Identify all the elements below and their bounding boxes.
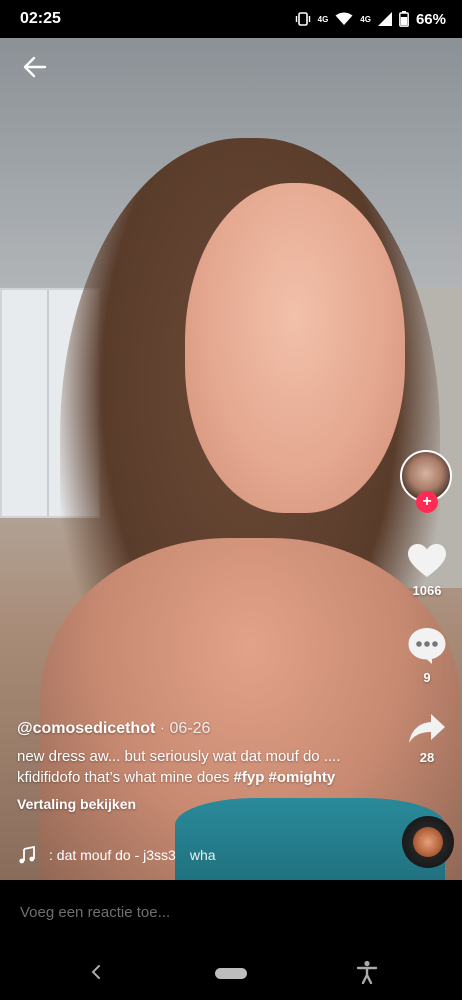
music-ticker[interactable]: : dat mouf do - j3ss3 wha [17,846,227,864]
status-bar: 02:25 4G 4G 66% [0,0,462,38]
music-track-next-label: wha [189,847,216,863]
heart-icon [408,544,446,577]
nav-back-icon[interactable] [86,962,106,982]
arrow-left-icon [23,56,47,78]
network-label-1: 4G [317,14,329,24]
music-note-icon [19,846,35,864]
author-avatar-button[interactable]: + [400,450,454,513]
see-translation-link[interactable]: Vertaling bekijken [17,796,377,812]
battery-percent: 66% [415,10,446,28]
status-time: 02:25 [20,10,61,27]
caption-text: new dress aw... but seriously wat dat mo… [17,746,377,788]
hashtag-fyp[interactable]: #fyp [234,769,265,786]
comment-bar: Voeg een reactie toe... [0,880,462,946]
status-icons: 4G 4G 66% [295,9,446,29]
share-button[interactable]: 28 [397,712,457,765]
nav-home-pill[interactable] [215,968,247,979]
video-caption: @comosedicethot · 06-26 new dress aw... … [17,720,377,812]
share-arrow-icon [409,714,445,743]
vibrate-icon [295,12,310,26]
back-button[interactable] [20,52,50,82]
follow-button[interactable]: + [416,491,438,513]
share-count: 28 [419,750,435,765]
video-scene-face [185,183,405,513]
comment-input[interactable]: Voeg een reactie toe... [20,904,170,921]
hashtag-omighty[interactable]: #omighty [269,769,336,786]
like-button[interactable]: 1066 [397,543,457,598]
comment-count: 9 [423,670,431,685]
author-handle[interactable]: @comosedicethot [17,720,155,737]
comment-button[interactable]: 9 [397,626,457,685]
music-disc-button[interactable] [402,816,454,868]
network-label-2: 4G [360,14,371,24]
battery-icon [399,11,409,27]
system-nav-bar [0,946,462,1000]
wifi-icon [335,12,353,25]
signal-icon [377,12,392,26]
music-disc-cover [413,827,443,857]
comment-bubble-icon [408,628,446,664]
caption-header: @comosedicethot · 06-26 [17,720,377,738]
like-count: 1066 [412,583,442,598]
music-track-label: : dat mouf do - j3ss3 [49,847,176,863]
post-date: · 06-26 [159,720,211,737]
accessibility-icon[interactable] [356,960,378,984]
